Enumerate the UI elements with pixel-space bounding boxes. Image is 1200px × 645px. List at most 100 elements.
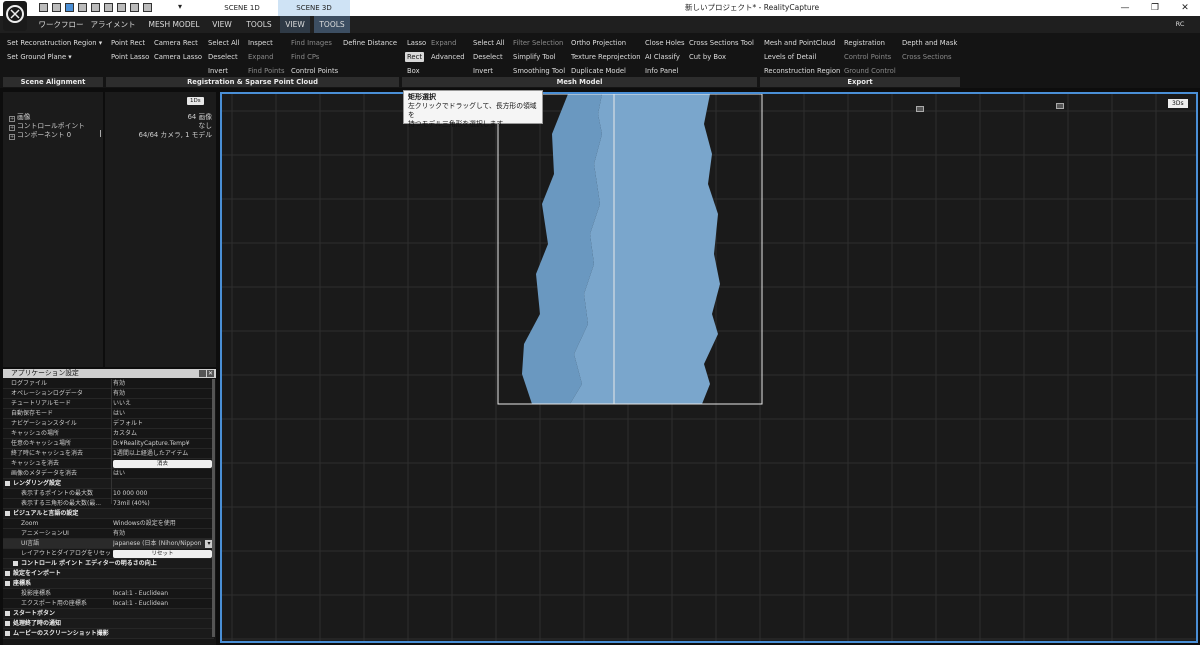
tab-scene-1d[interactable]: SCENE 1D bbox=[210, 0, 274, 16]
settings-row[interactable]: 自動保存モード はい bbox=[3, 409, 214, 419]
section-toggle-icon[interactable] bbox=[5, 621, 10, 626]
maximize-button[interactable]: ❐ bbox=[1140, 0, 1170, 16]
section-toggle-icon[interactable] bbox=[5, 511, 10, 516]
settings-row[interactable]: アニメーションUI 有効 bbox=[3, 529, 214, 539]
setting-value[interactable]: local:1 - Euclidean bbox=[113, 599, 213, 609]
settings-row[interactable]: 終了時にキャッシュを消去 1週間以上経過したアイテム bbox=[3, 449, 214, 459]
minimize-button[interactable]: — bbox=[1110, 0, 1140, 16]
inspect-button[interactable]: Inspect bbox=[246, 38, 275, 48]
viewport-canvas[interactable] bbox=[222, 94, 1198, 643]
setting-value[interactable]: 有効 bbox=[113, 379, 213, 389]
mesh-select-all-button[interactable]: Select All bbox=[471, 38, 507, 48]
lasso-button[interactable]: Lasso bbox=[405, 38, 428, 48]
settings-row[interactable]: 設定をインポート bbox=[3, 569, 214, 579]
find-images-button[interactable]: Find Images bbox=[289, 38, 334, 48]
tab-workflow[interactable]: ワークフロー bbox=[38, 16, 84, 33]
mesh-deselect-button[interactable]: Deselect bbox=[471, 52, 505, 62]
image-icon[interactable] bbox=[916, 106, 924, 112]
reg-invert-button[interactable]: Invert bbox=[206, 66, 230, 76]
settings-row[interactable]: コントロール ポイント エディターの明るさの向上 bbox=[3, 559, 214, 569]
settings-row[interactable]: 投影座標系 local:1 - Euclidean bbox=[3, 589, 214, 599]
point-rect-button[interactable]: Point Rect bbox=[109, 38, 147, 48]
camera-rect-button[interactable]: Camera Rect bbox=[152, 38, 200, 48]
view-3ds-chip[interactable]: 3Ds bbox=[1168, 99, 1188, 108]
view-1ds-chip[interactable]: 1Ds bbox=[187, 97, 204, 105]
setting-value[interactable]: デフォルト bbox=[113, 419, 213, 429]
section-toggle-icon[interactable] bbox=[5, 611, 10, 616]
export-reconstruction-region-button[interactable]: Reconstruction Region bbox=[762, 66, 842, 76]
settings-row[interactable]: ナビゲーションスタイル デフォルト bbox=[3, 419, 214, 429]
rect-button[interactable]: Rect bbox=[405, 52, 425, 62]
expand-icon[interactable]: + bbox=[9, 134, 15, 140]
section-toggle-icon[interactable] bbox=[5, 631, 10, 636]
set-reconstruction-region-button[interactable]: Set Reconstruction Region ▾ bbox=[5, 38, 104, 48]
camera-lasso-button[interactable]: Camera Lasso bbox=[152, 52, 204, 62]
settings-row[interactable]: キャッシュの場所 カスタム bbox=[3, 429, 214, 439]
info-panel-button[interactable]: Info Panel bbox=[643, 66, 680, 76]
tab-tools-context[interactable]: TOOLS bbox=[314, 16, 350, 33]
find-cps-button[interactable]: Find CPs bbox=[289, 52, 321, 62]
settings-row[interactable]: 任意のキャッシュ場所 D:¥RealityCapture.Temp¥ bbox=[3, 439, 214, 449]
duplicate-model-button[interactable]: Duplicate Model bbox=[569, 66, 628, 76]
section-toggle-icon[interactable] bbox=[13, 561, 18, 566]
find-points-button[interactable]: Find Points bbox=[246, 66, 287, 76]
filter-selection-button[interactable]: Filter Selection bbox=[511, 38, 565, 48]
setting-action-button[interactable]: 消去 bbox=[113, 460, 212, 468]
setting-value[interactable]: 有効 bbox=[113, 529, 213, 539]
depth-and-mask-button[interactable]: Depth and Mask bbox=[900, 38, 959, 48]
export-control-points-button[interactable]: Control Points bbox=[842, 52, 893, 62]
cut-by-box-button[interactable]: Cut by Box bbox=[687, 52, 728, 62]
setting-value[interactable]: 1週間以上経過したアイテム bbox=[113, 449, 213, 459]
settings-row[interactable]: 座標系 bbox=[3, 579, 214, 589]
section-toggle-icon[interactable] bbox=[5, 481, 10, 486]
setting-action-button[interactable]: リセット bbox=[113, 550, 212, 558]
layout-4-icon[interactable] bbox=[78, 3, 87, 12]
close-holes-button[interactable]: Close Holes bbox=[643, 38, 687, 48]
layout-3-icon[interactable] bbox=[65, 3, 74, 12]
tab-scene-3d[interactable]: SCENE 3D bbox=[278, 0, 350, 16]
dock-icon[interactable] bbox=[199, 370, 206, 377]
settings-row[interactable]: Zoom Windowsの設定を使用 bbox=[3, 519, 214, 529]
control-points-button[interactable]: Control Points bbox=[289, 66, 340, 76]
settings-row[interactable]: 表示する三角形の最大数(最... 73mil (40%) bbox=[3, 499, 214, 509]
settings-row[interactable]: ビジュアルと言語の設定 bbox=[3, 509, 214, 519]
tree-item-component[interactable]: + コンポーネント 0 bbox=[9, 129, 71, 140]
export-mesh-pointcloud-button[interactable]: Mesh and PointCloud bbox=[762, 38, 837, 48]
export-cross-sections-button[interactable]: Cross Sections bbox=[900, 52, 954, 62]
layout-7-icon[interactable] bbox=[117, 3, 126, 12]
setting-value[interactable]: はい bbox=[113, 409, 213, 419]
setting-value[interactable]: D:¥RealityCapture.Temp¥ bbox=[113, 439, 213, 449]
setting-value[interactable]: Japanese (日本 (Nihon/Nippon bbox=[113, 539, 205, 549]
section-toggle-icon[interactable] bbox=[5, 571, 10, 576]
tab-alignment[interactable]: アライメント bbox=[90, 16, 136, 33]
layout-8-icon[interactable] bbox=[130, 3, 139, 12]
setting-value[interactable]: 73mil (40%) bbox=[113, 499, 213, 509]
layout-5-icon[interactable] bbox=[91, 3, 100, 12]
settings-row[interactable]: レイアウトとダイアログをリセット リセット bbox=[3, 549, 214, 559]
layout-2-icon[interactable] bbox=[52, 3, 61, 12]
define-distance-button[interactable]: Define Distance bbox=[341, 38, 399, 48]
reg-deselect-button[interactable]: Deselect bbox=[206, 52, 240, 62]
splitter-handle[interactable] bbox=[100, 130, 101, 137]
smoothing-tool-button[interactable]: Smoothing Tool bbox=[511, 66, 567, 76]
layout-6-icon[interactable] bbox=[104, 3, 113, 12]
tab-view[interactable]: VIEW bbox=[206, 16, 238, 33]
settings-row[interactable]: チュートリアルモード いいえ bbox=[3, 399, 214, 409]
setting-value[interactable]: はい bbox=[113, 469, 213, 479]
simplify-tool-button[interactable]: Simplify Tool bbox=[511, 52, 558, 62]
settings-row[interactable]: UI言語 Japanese (日本 (Nihon/Nippon ▾ bbox=[3, 539, 214, 549]
settings-row[interactable]: 表示するポイントの最大数 10 000 000 bbox=[3, 489, 214, 499]
texture-reprojection-button[interactable]: Texture Reprojection bbox=[569, 52, 643, 62]
set-ground-plane-button[interactable]: Set Ground Plane ▾ bbox=[5, 52, 74, 62]
setting-value[interactable]: いいえ bbox=[113, 399, 213, 409]
settings-row[interactable]: ログファイル 有効 bbox=[3, 379, 214, 389]
settings-row[interactable]: 画像のメタデータを消去 はい bbox=[3, 469, 214, 479]
close-button[interactable]: ✕ bbox=[1170, 0, 1200, 16]
settings-row[interactable]: エクスポート用の座標系 local:1 - Euclidean bbox=[3, 599, 214, 609]
3d-viewport[interactable]: 3Ds bbox=[220, 92, 1198, 643]
reg-expand-button[interactable]: Expand bbox=[246, 52, 275, 62]
mesh-invert-button[interactable]: Invert bbox=[471, 66, 495, 76]
levels-of-detail-button[interactable]: Levels of Detail bbox=[762, 52, 818, 62]
reg-select-all-button[interactable]: Select All bbox=[206, 38, 242, 48]
close-panel-icon[interactable]: ✕ bbox=[207, 370, 214, 377]
